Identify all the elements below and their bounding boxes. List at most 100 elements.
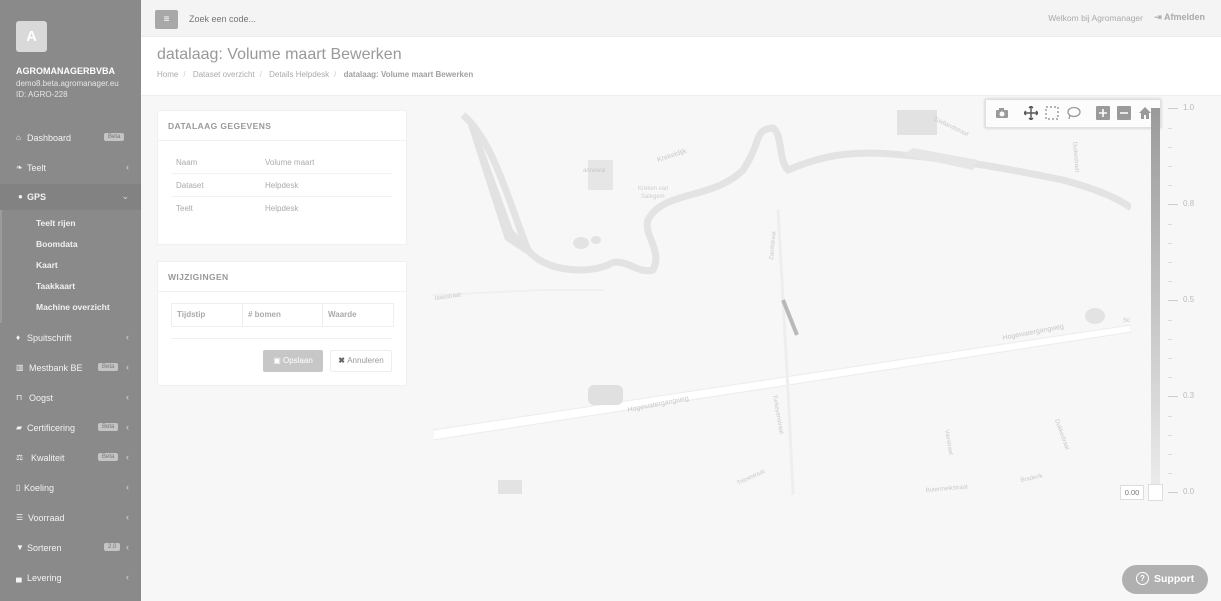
box-select-icon[interactable] — [1045, 106, 1059, 120]
colorscale-tick-label: 1.0 — [1183, 103, 1195, 112]
sidebar-item-teelt[interactable]: ❧ Teelt ‹ — [0, 155, 141, 181]
save-button[interactable]: ▣ Opslaan — [263, 350, 323, 372]
basket-icon: ⊓ — [16, 393, 23, 402]
breadcrumb-dataset-overzicht[interactable]: Dataset overzicht — [193, 70, 255, 79]
camera-icon[interactable] — [995, 106, 1009, 120]
sidebar-item-label: Koeling — [24, 483, 55, 493]
sidebar-subitem-kaart[interactable]: Kaart — [36, 260, 58, 270]
sidebar-item-kwaliteit[interactable]: ⚖ Kwaliteit Beta ‹ — [0, 445, 141, 471]
close-icon: ✖ — [338, 356, 348, 365]
beta-badge: Beta — [98, 423, 119, 431]
changes-table-header: Tijdstip # bomen Waarde — [171, 303, 394, 327]
version-badge: 2.0 — [104, 543, 121, 551]
sidebar-item-label: Sorteren — [27, 543, 62, 553]
map-view[interactable]: Krekeldijk Kreken van Salegem Hogewaterg… — [433, 100, 1131, 495]
detail-value: Volume maart — [265, 158, 315, 167]
panel-title: DATALAAG GEGEVENS — [168, 121, 272, 131]
detail-key: Naam — [176, 158, 198, 167]
svg-text:Trieststraat: Trieststraat — [736, 469, 766, 487]
sidebar-item-mestbank[interactable]: ▥ Mestbank BE Beta ‹ — [0, 355, 141, 381]
map-toolbar — [985, 99, 1161, 128]
org-name: AGROMANAGERBVBA — [16, 66, 115, 76]
cancel-button[interactable]: ✖ Annuleren — [330, 350, 392, 372]
home-icon: ⌂ — [16, 133, 21, 142]
logout-link[interactable]: ⇥ Afmelden — [1154, 12, 1205, 23]
support-button[interactable]: ? Support — [1122, 565, 1208, 594]
pan-icon[interactable] — [1024, 106, 1038, 120]
sidebar-item-dashboard[interactable]: ⌂ Dashboard Beta — [0, 125, 141, 151]
sidebar-item-certificering[interactable]: ▰ Certificering Beta ‹ — [0, 415, 141, 441]
chevron-left-icon: ‹ — [126, 572, 129, 582]
zoom-out-icon[interactable] — [1117, 106, 1131, 120]
datalaag-details-panel: DATALAAG GEGEVENS Naam Volume maart Data… — [157, 110, 407, 245]
colorscale-slider-handle[interactable] — [1148, 484, 1163, 501]
breadcrumb: Home / Dataset overzicht / Details Helpdes… — [157, 70, 474, 79]
org-id: ID: AGRO-228 — [16, 90, 68, 99]
detail-row: Teelt Helpdesk — [171, 197, 392, 219]
sidebar-item-koeling[interactable]: ▯ Koeling ‹ — [0, 475, 141, 501]
sidebar-item-voorraad[interactable]: ☰ Voorraad ‹ — [0, 505, 141, 531]
chevron-down-icon: ⌄ — [121, 191, 129, 201]
sidebar-subitem-teelt-rijen[interactable]: Teelt rijen — [36, 218, 76, 228]
leaf-icon: ❧ — [16, 163, 23, 172]
page-title: datalaag: Volume maart Bewerken — [157, 46, 402, 63]
chevron-left-icon: ‹ — [126, 482, 129, 492]
chevron-left-icon: ‹ — [126, 332, 129, 342]
detail-key: Teelt — [176, 204, 193, 213]
support-label: Support — [1154, 573, 1195, 585]
colorscale-value-input[interactable]: 0.00 — [1120, 485, 1144, 500]
lasso-icon[interactable] — [1067, 106, 1081, 120]
colorscale-bar — [1151, 108, 1160, 490]
tint-icon: ♦ — [16, 333, 21, 342]
svg-text:Braderik: Braderik — [1020, 473, 1044, 484]
truck-icon: ▄ — [16, 573, 22, 582]
column-header: Tijdstip — [177, 310, 206, 319]
page-header: datalaag: Volume maart Bewerken Home / Da… — [141, 37, 1221, 96]
svg-text:Butermelkstraat: Butermelkstraat — [926, 484, 969, 494]
column-header: # bomen — [248, 310, 281, 319]
save-button-label: Opslaan — [282, 356, 313, 365]
thermometer-icon: ▯ — [16, 483, 21, 492]
sidebar-item-spuitschrift[interactable]: ♦ Spuitschrift ‹ — [0, 325, 141, 351]
svg-text:Sc: Sc — [1123, 318, 1130, 324]
sidebar-subitem-boomdata[interactable]: Boomdata — [36, 239, 78, 249]
sidebar-item-gps[interactable]: ● GPS ⌄ — [0, 184, 141, 210]
colorscale-tick-label: 0.0 — [1183, 487, 1195, 496]
sidebar-item-label: Teelt — [27, 163, 47, 173]
sidebar-subitem-taakkaart[interactable]: Taakkaart — [36, 281, 75, 291]
chevron-left-icon: ‹ — [126, 542, 129, 552]
beta-badge: Beta — [98, 453, 119, 461]
sidebar-item-label: Kwaliteit — [31, 453, 65, 463]
detail-value: Helpdesk — [265, 204, 299, 213]
sidebar-subitem-machine-overzicht[interactable]: Machine overzicht — [36, 302, 110, 312]
avatar[interactable]: A — [16, 21, 47, 52]
sidebar-item-label: Certificering — [27, 423, 76, 433]
chevron-left-icon: ‹ — [126, 362, 129, 372]
chevron-left-icon: ‹ — [126, 452, 129, 462]
menu-toggle-button[interactable]: ≡ — [155, 10, 178, 29]
sidebar-item-oogst[interactable]: ⊓ Oogst ‹ — [0, 385, 141, 411]
sidebar-item-label: Levering — [27, 573, 62, 583]
sidebar-item-label: Voorraad — [28, 513, 65, 523]
svg-text:annewal: annewal — [583, 168, 605, 174]
gps-submenu-indicator — [0, 210, 2, 323]
wijzigingen-panel: WIJZIGINGEN Tijdstip # bomen Waarde ▣ Op… — [157, 261, 407, 386]
chevron-left-icon: ‹ — [126, 162, 129, 172]
svg-text:Vierstraat: Vierstraat — [943, 429, 953, 456]
sidebar-item-label: GPS — [27, 192, 47, 202]
breadcrumb-home[interactable]: Home — [157, 70, 178, 79]
svg-text:Duikestraat: Duikestraat — [1071, 142, 1080, 173]
detail-row: Dataset Helpdesk — [171, 174, 392, 197]
colorscale-tick-label: 0.8 — [1183, 199, 1195, 208]
logout-label: Afmelden — [1163, 12, 1205, 22]
zoom-in-icon[interactable] — [1096, 106, 1110, 120]
breadcrumb-current: datalaag: Volume maart Bewerken — [343, 70, 474, 79]
welcome-text: Welkom bij Agromanager — [1048, 13, 1143, 23]
search-input[interactable] — [189, 14, 389, 24]
svg-text:Turkeyenstraat: Turkeyenstraat — [771, 394, 784, 435]
breadcrumb-details-helpdesk[interactable]: Details Helpdesk — [269, 70, 329, 79]
sidebar-item-sorteren[interactable]: ▼ Sorteren 2.0 ‹ — [0, 535, 141, 561]
sidebar-item-levering[interactable]: ▄ Levering ‹ — [0, 565, 141, 591]
column-header: Waarde — [328, 310, 357, 319]
list-icon: ☰ — [16, 513, 24, 522]
